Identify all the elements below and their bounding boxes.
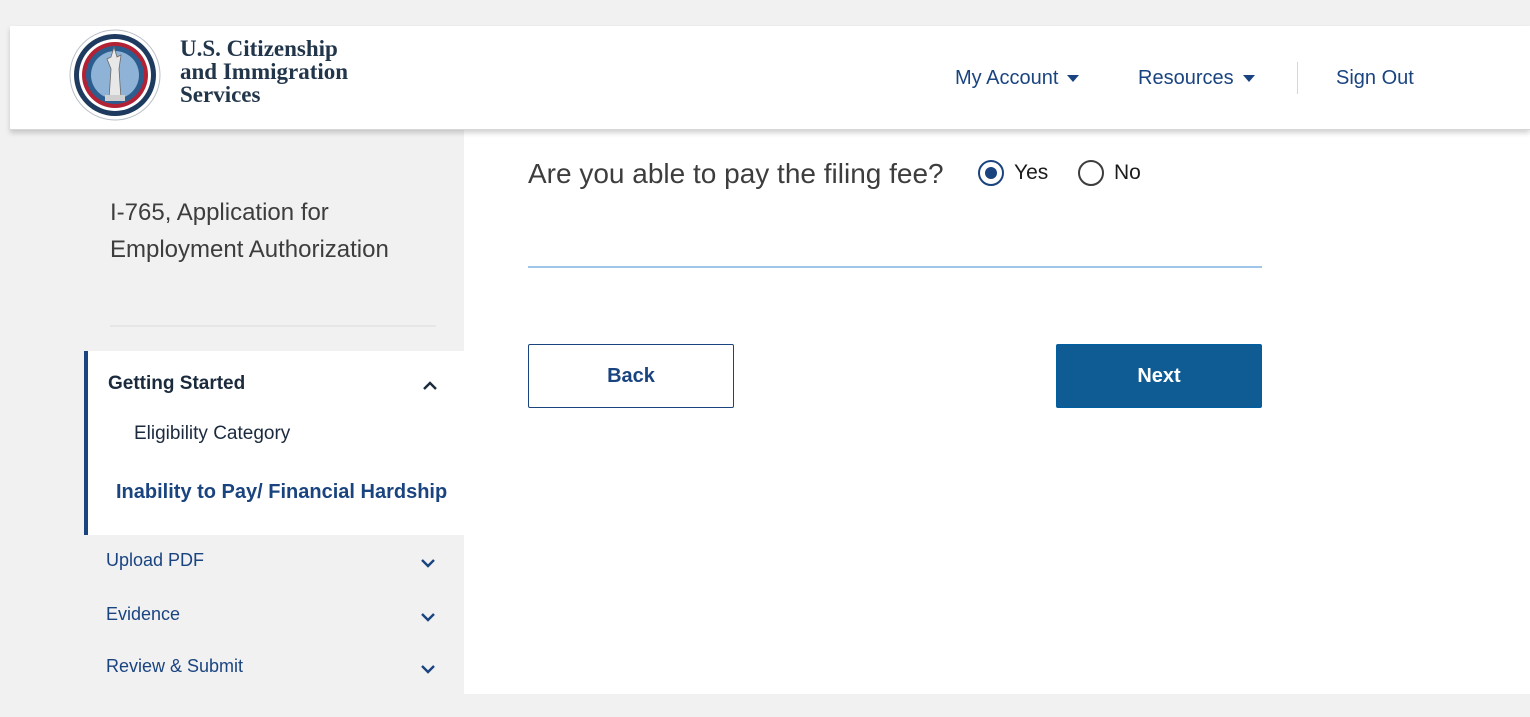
caret-down-icon [1242,75,1255,82]
chevron-down-icon[interactable] [420,612,436,622]
agency-name[interactable]: U.S. Citizenship and Immigration Service… [180,37,348,106]
app-frame: U.S. Citizenship and Immigration Service… [10,26,1530,694]
filing-fee-question: Are you able to pay the filing fee? [528,158,944,189]
sidebar-item-eligibility-category[interactable]: Eligibility Category [134,423,290,445]
chevron-up-icon[interactable] [422,381,438,391]
getting-started-heading[interactable]: Getting Started [108,373,245,395]
nav-resources[interactable]: Resources [1138,26,1256,130]
site-header: U.S. Citizenship and Immigration Service… [10,26,1530,130]
upload-pdf-label: Upload PDF [106,550,205,570]
radio-no-label[interactable]: No [1114,161,1141,185]
sign-out-label: Sign Out [1336,66,1414,89]
next-button[interactable]: Next [1056,344,1262,408]
agency-line-1: U.S. Citizenship [180,36,338,61]
chevron-down-icon[interactable] [420,664,436,674]
radio-no[interactable] [1078,160,1104,186]
caret-down-icon [1067,75,1080,82]
sidebar: I-765, Application for Employment Author… [10,130,464,694]
sidebar-section-review-submit[interactable]: Review & Submit [106,656,243,677]
nav-divider [1297,62,1298,94]
review-submit-label: Review & Submit [106,656,244,676]
chevron-down-icon[interactable] [420,558,436,568]
sidebar-item-inability-to-pay[interactable]: Inability to Pay/ Financial Hardship [116,481,447,504]
main-content: Are you able to pay the filing fee? Yes … [464,130,1530,694]
nav-my-account[interactable]: My Account [955,26,1080,130]
resources-label: Resources [1138,66,1234,89]
sidebar-section-upload-pdf[interactable]: Upload PDF [106,550,204,571]
my-account-label: My Account [955,66,1059,89]
radio-yes-option[interactable]: Yes [978,160,1048,186]
agency-line-2: and Immigration [180,59,349,84]
radio-no-option[interactable]: No [1078,160,1141,186]
back-button[interactable]: Back [528,344,734,408]
form-title: I-765, Application for Employment Author… [110,199,389,263]
evidence-label: Evidence [106,604,181,624]
radio-yes-label[interactable]: Yes [1014,161,1048,185]
section-rule [528,266,1262,268]
sign-out-link[interactable]: Sign Out [1336,26,1414,130]
sidebar-section-getting-started: Getting Started Eligibility Category Ina… [84,351,464,535]
agency-line-3: Services [180,82,261,107]
sidebar-divider [110,325,436,327]
radio-yes[interactable] [978,160,1004,186]
sidebar-section-evidence[interactable]: Evidence [106,604,180,625]
uscis-seal-icon[interactable] [69,29,161,121]
